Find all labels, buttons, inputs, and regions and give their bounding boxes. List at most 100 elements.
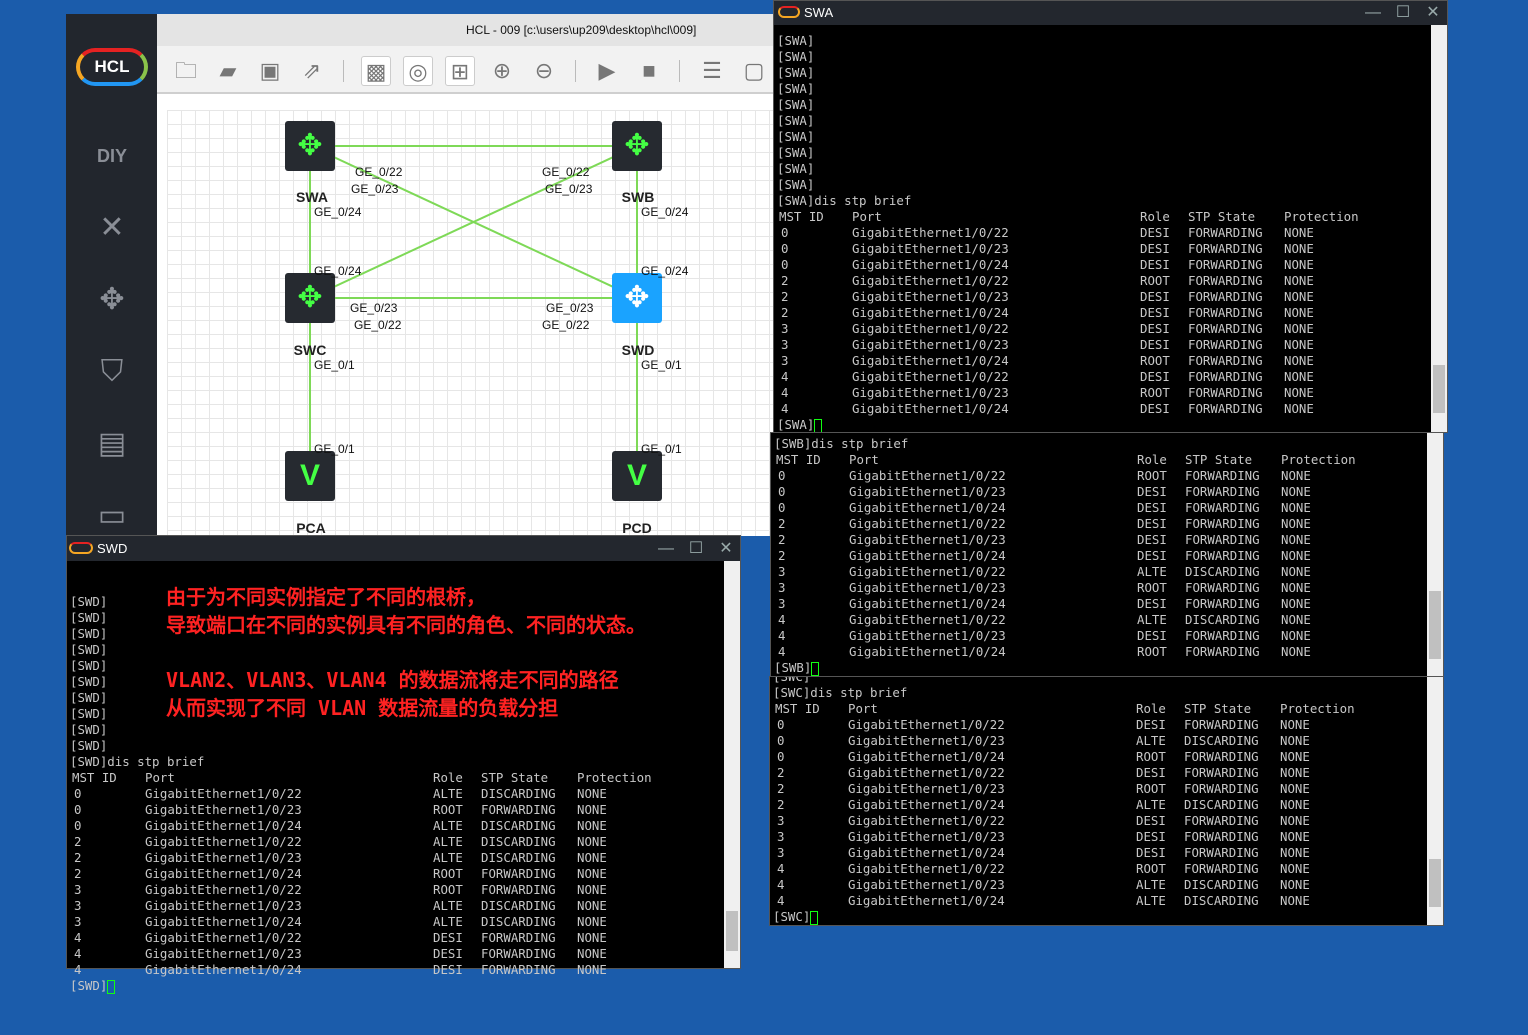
table-cell: NONE [1284, 273, 1314, 288]
close-button[interactable]: ✕ [711, 536, 741, 561]
port-label: GE_0/24 [314, 205, 362, 219]
export-icon[interactable]: ⇗ [297, 56, 327, 86]
table-cell: NONE [1280, 893, 1310, 908]
minimize-button[interactable]: — [1358, 1, 1388, 25]
table-cell: GigabitEthernet1/0/22 [852, 369, 1009, 384]
pc-icon-pca[interactable]: V [285, 451, 335, 501]
table-cell: GigabitEthernet1/0/22 [852, 321, 1009, 336]
table-cell: DESI [1137, 532, 1167, 547]
scrollbar[interactable] [1427, 433, 1443, 676]
table-cell: NONE [1281, 484, 1311, 499]
table-cell: FORWARDING [1185, 500, 1260, 515]
grid-icon[interactable]: ⊞ [445, 56, 475, 86]
table-cell: ALTE [433, 914, 463, 929]
topology-canvas[interactable]: ✥ ✥ ✥ ✥ V V SWA SWB SWC SWD PCA PCD GE_0… [167, 110, 776, 536]
terminal-output[interactable]: [SWA] [SWA] [SWA] [SWA] [SWA] [SWA] [SWA] [SWA]… [774, 25, 1431, 433]
command-line: [SWB]dis stp brief [774, 436, 909, 451]
table-cell: 0 [74, 818, 82, 833]
table-cell: NONE [1280, 749, 1310, 764]
table-cell: DESI [1136, 845, 1166, 860]
maximize-button[interactable]: ☐ [681, 536, 711, 561]
node-label: SWD [621, 342, 655, 358]
column-header: Role [433, 770, 463, 785]
prompt-text: [SWD] [70, 978, 108, 993]
capture-icon[interactable]: ▩ [361, 56, 391, 86]
table-cell: 3 [777, 845, 785, 860]
table-cell: 4 [777, 893, 785, 908]
pc-icon-pcd[interactable]: V [612, 451, 662, 501]
table-cell: GigabitEthernet1/0/24 [852, 353, 1009, 368]
maximize-button[interactable]: ☐ [1388, 1, 1418, 25]
server-icon[interactable]: ▤ [88, 420, 136, 468]
table-cell: GigabitEthernet1/0/23 [848, 829, 1005, 844]
table-cell: ROOT [1137, 580, 1167, 595]
table-cell: ROOT [1136, 749, 1166, 764]
table-cell: NONE [577, 786, 607, 801]
firewall-icon[interactable]: ⛉ [88, 348, 136, 396]
table-cell: GigabitEthernet1/0/24 [849, 644, 1006, 659]
switch-icon-swd[interactable]: ✥ [612, 273, 662, 323]
table-cell: FORWARDING [1185, 548, 1260, 563]
table-cell: GigabitEthernet1/0/22 [849, 468, 1006, 483]
open-folder-icon[interactable]: ▰ [213, 56, 243, 86]
table-cell: ALTE [433, 898, 463, 913]
table-cell: NONE [1284, 225, 1314, 240]
new-project-icon[interactable]: 🗀 [171, 56, 201, 86]
zoom-out-icon[interactable]: ⊖ [529, 56, 559, 86]
prompt-text: [SWA] [777, 417, 815, 432]
table-cell: DISCARDING [481, 898, 556, 913]
table-cell: FORWARDING [481, 802, 556, 817]
table-cell: GigabitEthernet1/0/22 [145, 930, 302, 945]
table-cell: NONE [1281, 564, 1311, 579]
save-icon[interactable]: ▣ [255, 56, 285, 86]
table-cell: FORWARDING [1185, 596, 1260, 611]
column-header: Port [852, 209, 882, 224]
terminal-window-swc: [SWC][SWC]dis stp briefMST IDPortRoleSTP… [769, 676, 1444, 926]
table-cell: GigabitEthernet1/0/22 [852, 225, 1009, 240]
list-add-icon[interactable]: ☰ [697, 56, 727, 86]
column-header: Port [848, 701, 878, 716]
terminal-output[interactable]: [SWB]dis stp brief MST ID Port Role STP Stat… [771, 433, 1427, 676]
table-cell: 0 [74, 786, 82, 801]
cursor [811, 661, 820, 676]
scrollbar[interactable] [1431, 25, 1447, 432]
switch-icon-swc[interactable]: ✥ [285, 273, 335, 323]
table-cell: DISCARDING [1184, 893, 1259, 908]
close-button[interactable]: ✕ [1418, 1, 1448, 25]
switch-icon-swb[interactable]: ✥ [612, 121, 662, 171]
table-cell: DISCARDING [481, 818, 556, 833]
router-icon[interactable]: ✥ [88, 276, 136, 324]
scrollbar[interactable] [1427, 677, 1443, 925]
table-cell: DESI [1137, 484, 1167, 499]
table-cell: DESI [1136, 717, 1166, 732]
scrollbar[interactable] [724, 561, 740, 968]
table-cell: 3 [777, 813, 785, 828]
start-icon[interactable]: ▶ [592, 56, 622, 86]
table-cell: NONE [1281, 580, 1311, 595]
table-cell: NONE [1284, 353, 1314, 368]
table-cell: NONE [1280, 797, 1310, 812]
table-cell: 0 [781, 225, 789, 240]
table-cell: DESI [1140, 369, 1170, 384]
switch-icon-swa[interactable]: ✥ [285, 121, 335, 171]
table-cell: NONE [577, 898, 607, 913]
device-add-icon[interactable]: ▢ [739, 56, 769, 86]
table-cell: GigabitEthernet1/0/23 [852, 289, 1009, 304]
table-cell: GigabitEthernet1/0/23 [848, 781, 1005, 796]
stop-icon[interactable]: ■ [634, 56, 664, 86]
table-cell: GigabitEthernet1/0/22 [849, 564, 1006, 579]
terminal-output[interactable]: [SWC][SWC]dis stp briefMST IDPortRoleSTP… [770, 677, 1427, 925]
table-cell: NONE [1284, 241, 1314, 256]
minimize-button[interactable]: — [651, 536, 681, 561]
table-cell: NONE [1284, 305, 1314, 320]
table-cell: GigabitEthernet1/0/23 [145, 850, 302, 865]
terminal-icon[interactable]: ▭ [88, 492, 136, 540]
table-cell: DISCARDING [1185, 612, 1260, 627]
table-cell: NONE [1284, 385, 1314, 400]
zoom-in-icon[interactable]: ⊕ [487, 56, 517, 86]
diy-icon[interactable]: DIY [88, 132, 136, 180]
topology-icon[interactable]: ◎ [403, 56, 433, 86]
cable-icon[interactable]: ✕ [88, 204, 136, 252]
terminal-output[interactable]: 由于为不同实例指定了不同的根桥， 导致端口在不同的实例具有不同的角色、不同的状态… [67, 561, 724, 994]
table-cell: ROOT [1140, 353, 1170, 368]
